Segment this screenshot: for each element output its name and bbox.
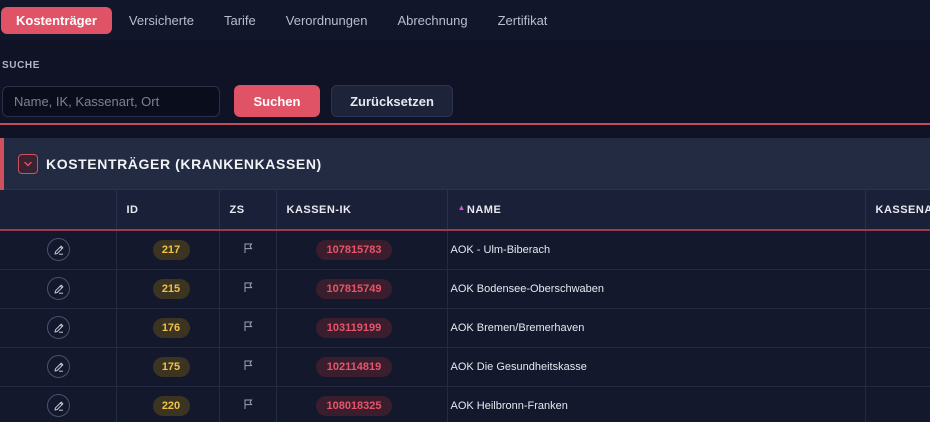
column-header-actions <box>0 190 117 230</box>
pencil-icon <box>54 401 64 411</box>
ik-badge: 107815783 <box>316 239 392 260</box>
id-badge: 175 <box>152 356 190 377</box>
flag-icon[interactable] <box>242 320 254 332</box>
column-header-zs[interactable]: ZS <box>219 190 277 230</box>
actions-cell <box>0 230 117 269</box>
flag-icon[interactable] <box>242 398 254 410</box>
kassenart-cell <box>865 230 930 269</box>
table-row[interactable]: 176 103119199 AOK Bremen/Bremerhaven <box>0 308 930 347</box>
kassenart-cell <box>865 308 930 347</box>
flag-icon[interactable] <box>242 359 254 371</box>
id-cell: 175 <box>116 347 220 386</box>
edit-button[interactable] <box>47 277 71 300</box>
chevron-down-icon <box>24 161 32 166</box>
table-row[interactable]: 215 107815749 AOK Bodensee-Oberschwaben <box>0 269 930 308</box>
table-row[interactable]: 220 108018325 AOK Heilbronn-Franken <box>0 386 930 422</box>
flag-icon[interactable] <box>242 281 254 293</box>
edit-button[interactable] <box>47 316 71 339</box>
section-divider <box>0 123 930 125</box>
column-header-kassenart[interactable]: KASSENA <box>865 190 930 230</box>
edit-button[interactable] <box>47 355 71 378</box>
kassen-ik-cell: 108018325 <box>276 386 448 422</box>
zs-cell <box>219 347 277 386</box>
table-row[interactable]: 175 102114819 AOK Die Gesundheitskasse <box>0 347 930 386</box>
id-badge: 215 <box>152 278 190 299</box>
kassenart-cell <box>865 386 930 422</box>
table-header-row: ID ZS KASSEN-IK ▲NAME KASSENA <box>0 190 930 230</box>
tab-kostentraeger[interactable]: Kostenträger <box>1 6 112 34</box>
flag-icon[interactable] <box>242 242 254 254</box>
id-cell: 220 <box>116 386 220 422</box>
name-cell: AOK Bodensee-Oberschwaben <box>447 269 866 308</box>
actions-cell <box>0 269 117 308</box>
tab-zertifikat[interactable]: Zertifikat <box>485 7 561 34</box>
zs-cell <box>219 386 277 422</box>
search-button[interactable]: Suchen <box>234 85 320 117</box>
tab-verordnungen[interactable]: Verordnungen <box>273 7 381 34</box>
name-cell: AOK - Ulm-Biberach <box>447 230 866 269</box>
name-cell: AOK Die Gesundheitskasse <box>447 347 866 386</box>
id-cell: 217 <box>116 230 220 269</box>
table-row[interactable]: 217 107815783 AOK - Ulm-Biberach <box>0 230 930 269</box>
kassen-ik-cell: 107815749 <box>276 269 448 308</box>
kostentraeger-table: ID ZS KASSEN-IK ▲NAME KASSENA 217 107815… <box>0 190 930 422</box>
kassen-ik-cell: 102114819 <box>276 347 448 386</box>
pencil-icon <box>54 362 64 372</box>
ik-badge: 108018325 <box>316 395 392 416</box>
kostentraeger-panel: KOSTENTRÄGER (KRANKENKASSEN) ID ZS KASSE… <box>0 138 930 422</box>
search-label: SUCHE <box>2 60 41 71</box>
panel-title: KOSTENTRÄGER (KRANKENKASSEN) <box>46 155 322 172</box>
actions-cell <box>0 308 117 347</box>
id-cell: 215 <box>116 269 220 308</box>
sort-up-icon: ▲ <box>457 203 466 212</box>
tab-tarife[interactable]: Tarife <box>211 7 269 34</box>
edit-button[interactable] <box>47 394 71 417</box>
column-header-name[interactable]: ▲NAME <box>447 190 866 230</box>
column-header-name-label: NAME <box>466 204 502 216</box>
actions-cell <box>0 347 117 386</box>
tab-versicherte[interactable]: Versicherte <box>116 7 207 34</box>
reset-button[interactable]: Zurücksetzen <box>331 85 453 117</box>
pencil-icon <box>54 284 64 294</box>
zs-cell <box>219 308 277 347</box>
column-header-kassen-ik[interactable]: KASSEN-IK <box>276 190 448 230</box>
edit-button[interactable] <box>47 238 71 262</box>
column-header-id[interactable]: ID <box>116 190 220 230</box>
pencil-icon <box>54 245 64 255</box>
search-input[interactable] <box>2 86 220 117</box>
panel-header: KOSTENTRÄGER (KRANKENKASSEN) <box>4 138 930 190</box>
ik-badge: 107815749 <box>316 278 392 299</box>
zs-cell <box>219 230 277 269</box>
id-cell: 176 <box>116 308 220 347</box>
pencil-icon <box>54 323 64 333</box>
zs-cell <box>219 269 277 308</box>
ik-badge: 103119199 <box>316 317 392 338</box>
kassenart-cell <box>865 347 930 386</box>
id-badge: 176 <box>152 317 190 338</box>
tab-abrechnung[interactable]: Abrechnung <box>384 7 480 34</box>
kassenart-cell <box>865 269 930 308</box>
name-cell: AOK Heilbronn-Franken <box>447 386 866 422</box>
kassen-ik-cell: 107815783 <box>276 230 448 269</box>
kassen-ik-cell: 103119199 <box>276 308 448 347</box>
ik-badge: 102114819 <box>316 356 392 377</box>
collapse-button[interactable] <box>18 153 38 174</box>
actions-cell <box>0 386 117 422</box>
id-badge: 217 <box>152 239 190 260</box>
name-cell: AOK Bremen/Bremerhaven <box>447 308 866 347</box>
id-badge: 220 <box>152 395 190 416</box>
top-nav: Kostenträger Versicherte Tarife Verordnu… <box>0 0 930 40</box>
